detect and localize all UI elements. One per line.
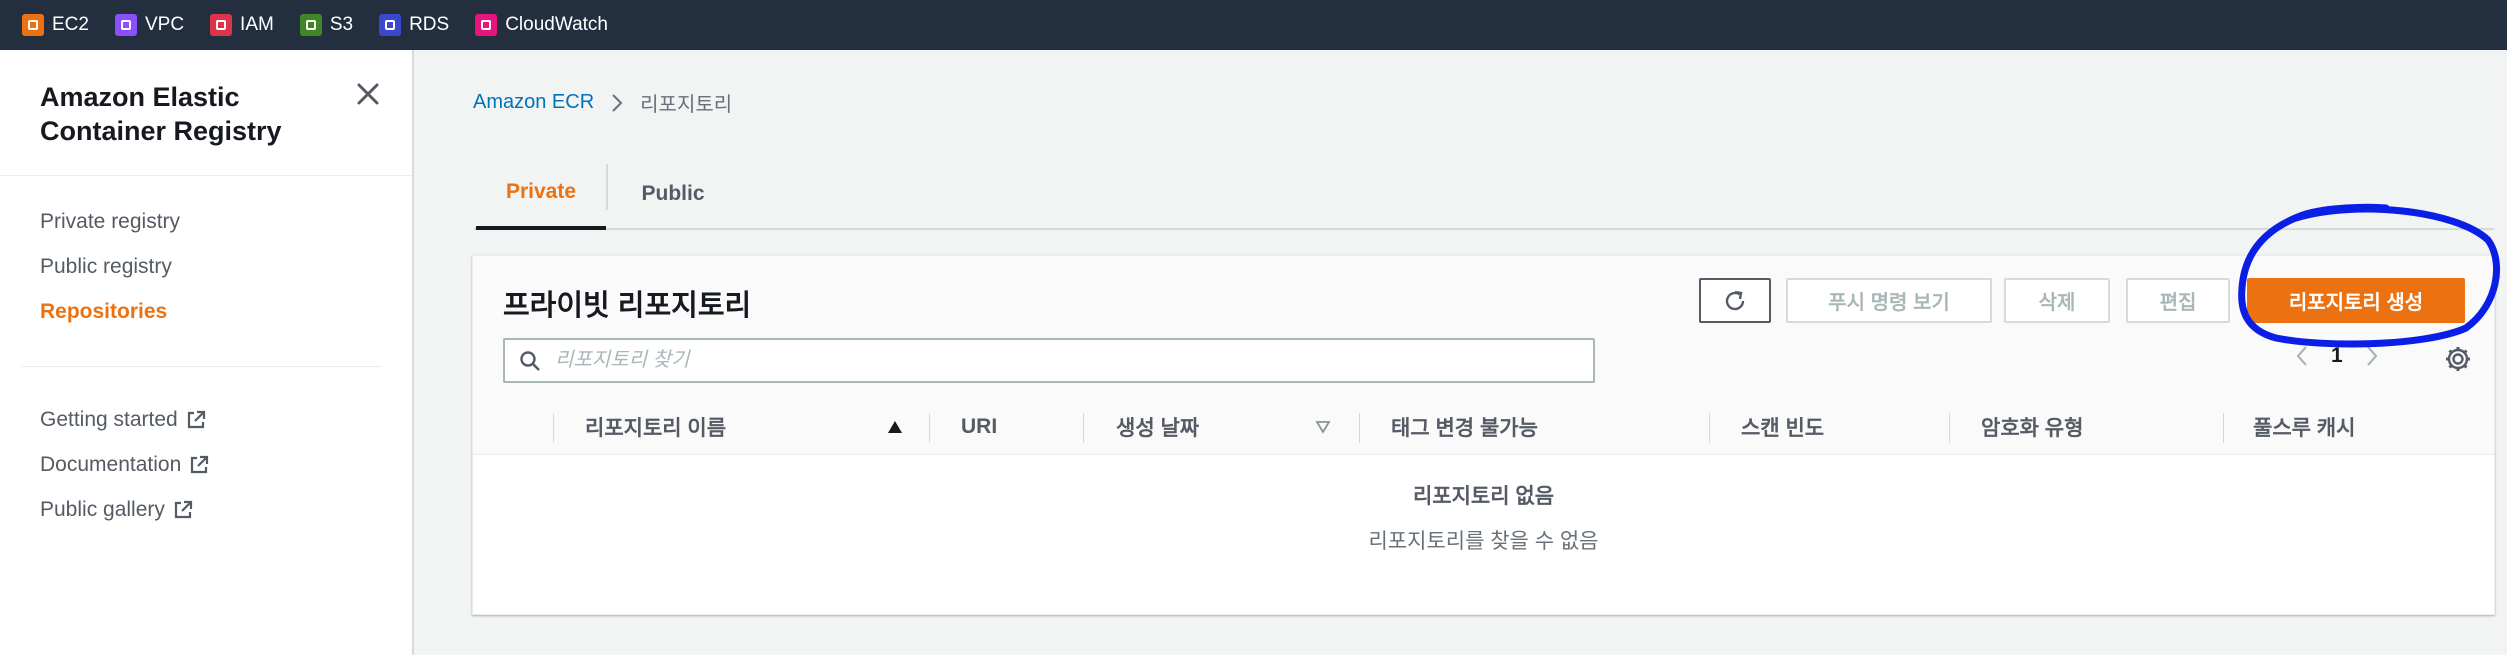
- ec2-icon: [22, 14, 44, 36]
- favorite-label: EC2: [52, 14, 89, 35]
- sidebar: Amazon Elastic Container Registry Privat…: [0, 50, 414, 655]
- search-icon: [520, 350, 540, 371]
- empty-state-subtitle: 리포지토리를 찾을 수 없음: [1368, 530, 1599, 553]
- favorite-cloudwatch[interactable]: CloudWatch: [475, 14, 608, 36]
- sidebar-item-label: Public registry: [40, 255, 172, 278]
- sidebar-title: Amazon Elastic Container Registry: [40, 82, 282, 146]
- favorites-bar: EC2 VPC IAM S3 RDS CloudWatch: [0, 0, 2507, 50]
- sort-ascending-icon[interactable]: [887, 420, 903, 434]
- sidebar-link-public-gallery[interactable]: Public gallery: [40, 498, 193, 522]
- chevron-right-icon: [612, 93, 623, 112]
- vpc-icon: [114, 14, 137, 36]
- close-icon[interactable]: [354, 80, 382, 108]
- column-header-encryption[interactable]: 암호화 유형: [1981, 399, 2083, 455]
- breadcrumb-current: 리포지토리: [640, 94, 733, 116]
- chevron-right-icon[interactable]: [2365, 345, 2379, 367]
- sidebar-item-private-registry[interactable]: Private registry: [40, 210, 180, 234]
- sidebar-item-label: Repositories: [40, 300, 168, 323]
- pagination: 1: [2273, 344, 2401, 368]
- favorite-iam[interactable]: IAM: [210, 14, 274, 36]
- sort-icon[interactable]: [1315, 420, 1331, 434]
- sidebar-link-label: Documentation: [40, 453, 182, 476]
- empty-state-title: 리포지토리 없음: [1412, 485, 1555, 508]
- sidebar-item-label: Private registry: [40, 210, 181, 233]
- iam-icon: [210, 14, 233, 36]
- tab-public[interactable]: Public: [608, 158, 738, 230]
- tab-private[interactable]: Private: [476, 158, 606, 230]
- rds-icon: [379, 14, 402, 36]
- current-page[interactable]: 1: [2331, 344, 2343, 368]
- favorite-label: S3: [329, 14, 354, 35]
- panel-title: 프라이빗 리포지토리: [503, 290, 752, 322]
- breadcrumb: Amazon ECR 리포지토리: [473, 88, 732, 117]
- column-header-scan-frequency[interactable]: 스캔 빈도: [1741, 399, 1824, 455]
- column-separator: [929, 413, 930, 443]
- column-separator: [553, 413, 554, 443]
- registry-tabs: Private Public: [474, 158, 2494, 230]
- sidebar-item-repositories[interactable]: Repositories: [40, 300, 167, 324]
- delete-button[interactable]: 삭제: [2004, 278, 2110, 323]
- sidebar-link-documentation[interactable]: Documentation: [40, 453, 209, 477]
- column-separator: [2223, 413, 2224, 443]
- column-header-tag-immutability[interactable]: 태그 변경 불가능: [1391, 399, 1538, 455]
- sidebar-link-label: Public gallery: [40, 498, 165, 521]
- search-box[interactable]: [503, 338, 1595, 383]
- chevron-left-icon[interactable]: [2295, 345, 2309, 367]
- repositories-panel: 프라이빗 리포지토리 푸시 명령 보기 삭제 편집 리포지토리 생성 1 리포지…: [472, 255, 2495, 615]
- sidebar-link-getting-started[interactable]: Getting started: [40, 408, 206, 432]
- refresh-button[interactable]: [1699, 278, 1771, 323]
- breadcrumb-root-link[interactable]: Amazon ECR: [473, 91, 594, 114]
- favorite-label: VPC: [144, 14, 185, 35]
- favorite-s3[interactable]: S3: [299, 14, 354, 36]
- column-separator: [1949, 413, 1950, 443]
- gear-icon[interactable]: [2444, 345, 2472, 373]
- external-link-icon: [174, 500, 193, 519]
- search-input[interactable]: [555, 349, 1555, 372]
- favorite-rds[interactable]: RDS: [379, 14, 449, 36]
- column-header-pull-through-cache[interactable]: 풀스루 캐시: [2253, 399, 2355, 455]
- column-separator: [1709, 413, 1710, 443]
- column-header-created[interactable]: 생성 날짜: [1116, 399, 1199, 455]
- column-header-name[interactable]: 리포지토리 이름: [585, 399, 726, 455]
- table-header: 리포지토리 이름 URI 생성 날짜 태그 변경 불가능 스캔 빈도 암호화 유…: [473, 399, 2494, 455]
- column-separator: [1083, 413, 1084, 443]
- favorite-ec2[interactable]: EC2: [22, 14, 89, 36]
- favorite-label: CloudWatch: [505, 14, 608, 35]
- sidebar-divider: [0, 175, 412, 176]
- cloudwatch-icon: [475, 14, 498, 36]
- view-push-commands-button[interactable]: 푸시 명령 보기: [1786, 278, 1992, 323]
- favorite-label: RDS: [409, 14, 450, 35]
- sidebar-divider: [22, 366, 382, 367]
- column-header-uri[interactable]: URI: [961, 399, 997, 455]
- sidebar-item-public-registry[interactable]: Public registry: [40, 255, 172, 279]
- favorite-vpc[interactable]: VPC: [114, 14, 185, 36]
- s3-icon: [299, 14, 322, 36]
- external-link-icon: [191, 455, 209, 474]
- sidebar-link-label: Getting started: [40, 408, 178, 431]
- external-link-icon: [187, 410, 205, 429]
- refresh-icon: [1725, 290, 1745, 310]
- create-repository-button[interactable]: 리포지토리 생성: [2247, 278, 2465, 323]
- favorite-label: IAM: [240, 14, 274, 35]
- column-separator: [1359, 413, 1360, 443]
- edit-button[interactable]: 편집: [2126, 278, 2230, 323]
